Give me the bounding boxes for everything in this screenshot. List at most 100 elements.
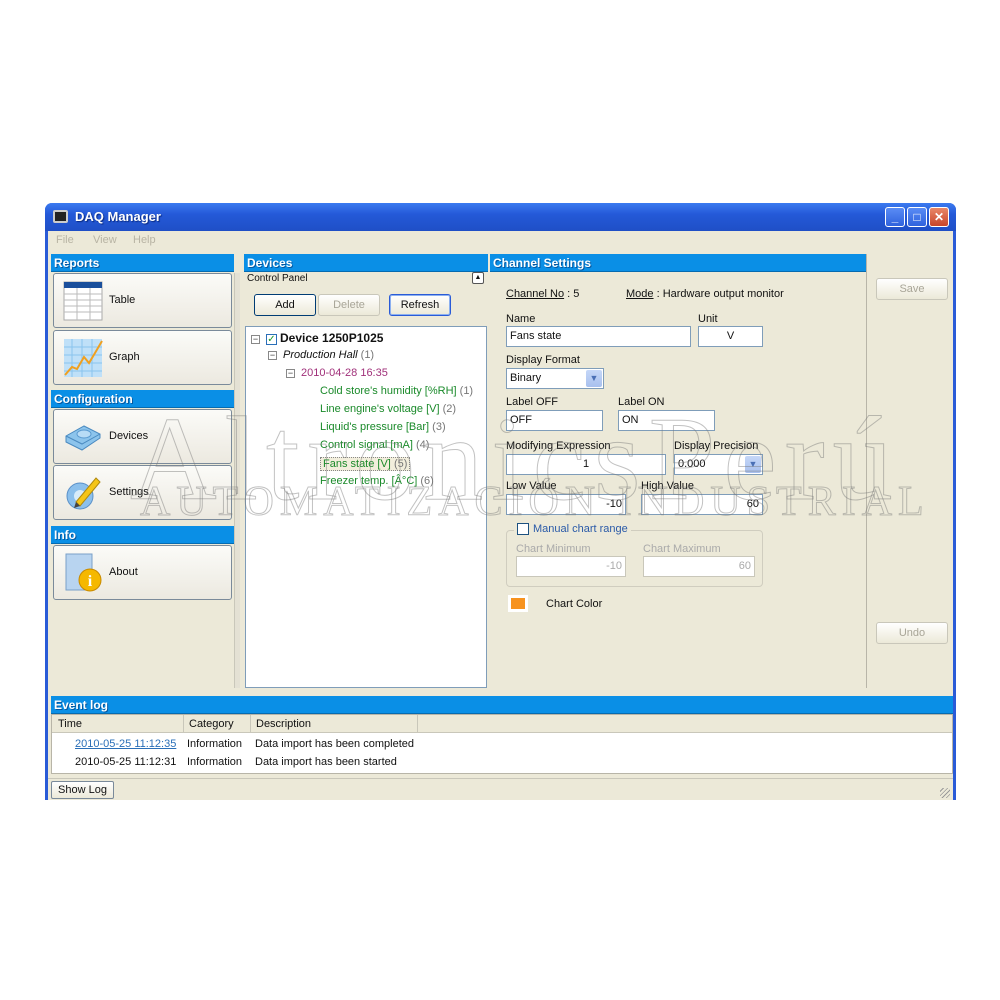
- chart-color-fill: [511, 598, 525, 609]
- table-icon: [63, 281, 103, 321]
- tree-location-node[interactable]: − Production Hall (1): [268, 349, 374, 361]
- tree-channel-6[interactable]: Freezer temp. [Â°C] (6): [320, 475, 434, 487]
- event-log-table: Time Category Description 2010-05-25 11:…: [51, 714, 953, 774]
- display-format-label: Display Format: [506, 354, 580, 366]
- manual-chart-range-row[interactable]: Manual chart range: [514, 523, 631, 536]
- nav-graph-button[interactable]: Graph: [53, 330, 232, 385]
- chart-color-swatch[interactable]: [508, 595, 528, 612]
- low-value-label: Low Value: [506, 480, 557, 492]
- channel-no-row: Channel No : 5: [506, 288, 580, 300]
- log-row[interactable]: 2010-05-25 11:12:35 Information Data imp…: [52, 735, 952, 753]
- log-category: Information: [187, 756, 243, 768]
- channel-name: Control signal [mA]: [320, 439, 413, 451]
- tree-session-node[interactable]: −2010-04-28 16:35: [286, 367, 388, 379]
- show-log-button[interactable]: Show Log: [51, 781, 114, 799]
- channel-name: Cold store's humidity [%RH]: [320, 385, 457, 397]
- section-configuration: Configuration: [51, 390, 234, 408]
- col-divider: [183, 715, 184, 733]
- refresh-button[interactable]: Refresh: [389, 294, 451, 316]
- chart-maximum-input[interactable]: 60: [643, 556, 755, 577]
- manual-chart-range-checkbox[interactable]: [517, 523, 529, 536]
- session-name: 2010-04-28 16:35: [301, 367, 388, 379]
- devices-header: Devices: [244, 254, 488, 272]
- tree-device-node[interactable]: − ✓ Device 1250P1025: [251, 331, 383, 345]
- unit-label: Unit: [698, 313, 718, 325]
- maximize-button[interactable]: □: [907, 207, 927, 227]
- chart-minimum-label: Chart Minimum: [516, 543, 591, 555]
- minimize-button[interactable]: _: [885, 207, 905, 227]
- tree-channel-5-selected[interactable]: Fans state [V] (5): [320, 457, 411, 471]
- nav-table-button[interactable]: Table: [53, 273, 232, 328]
- label-on-input[interactable]: ON: [618, 410, 715, 431]
- channel-num: (4): [416, 439, 430, 451]
- low-value-input[interactable]: -10: [506, 494, 626, 515]
- name-input[interactable]: Fans state: [506, 326, 691, 347]
- chevron-down-icon[interactable]: ▼: [586, 370, 602, 387]
- nav-devices-button[interactable]: Devices: [53, 409, 232, 464]
- channel-num: (1): [459, 385, 474, 397]
- collapse-control-panel-icon[interactable]: ▲: [472, 272, 484, 284]
- nav-settings-label: Settings: [109, 486, 149, 498]
- channel-no-value: 5: [573, 288, 580, 300]
- high-value-input[interactable]: 60: [641, 494, 763, 515]
- delete-button[interactable]: Delete: [318, 294, 380, 316]
- chevron-down-icon[interactable]: ▼: [745, 456, 761, 473]
- modifying-expression-input[interactable]: 1: [506, 454, 666, 475]
- label-off-input[interactable]: OFF: [506, 410, 603, 431]
- device-checkbox[interactable]: ✓: [266, 333, 277, 345]
- app-window: DAQ Manager _ □ ✕ File View Help Reports…: [45, 203, 956, 800]
- col-description[interactable]: Description: [256, 718, 311, 730]
- tree-channel-3[interactable]: Liquid's pressure [Bar] (3): [320, 421, 446, 433]
- section-info: Info: [51, 526, 234, 544]
- menu-help[interactable]: Help: [133, 234, 156, 246]
- close-button[interactable]: ✕: [929, 207, 949, 227]
- log-description: Data import has been completed: [255, 738, 414, 750]
- display-precision-label: Display Precision: [674, 440, 759, 452]
- collapse-icon[interactable]: −: [251, 334, 260, 344]
- log-row[interactable]: 2010-05-25 11:12:31 Information Data imp…: [52, 753, 952, 771]
- resize-grip-icon[interactable]: [940, 788, 950, 798]
- menu-bar: File View Help: [48, 231, 953, 251]
- col-category[interactable]: Category: [189, 718, 234, 730]
- save-button[interactable]: Save: [876, 278, 948, 300]
- section-reports: Reports: [51, 254, 234, 272]
- channel-num: (2): [442, 403, 457, 415]
- undo-button[interactable]: Undo: [876, 622, 948, 644]
- event-log-header: Event log: [51, 696, 953, 714]
- menu-view[interactable]: View: [93, 234, 117, 246]
- col-time[interactable]: Time: [58, 718, 82, 730]
- chart-minimum-input[interactable]: -10: [516, 556, 626, 577]
- display-format-value: Binary: [510, 372, 542, 384]
- nav-about-button[interactable]: i About: [53, 545, 232, 600]
- collapse-icon[interactable]: −: [268, 350, 277, 360]
- add-button[interactable]: Add: [254, 294, 316, 316]
- channel-name: Line engine's voltage [V]: [320, 403, 440, 415]
- nav-settings-button[interactable]: Settings: [53, 465, 232, 520]
- chart-color-label: Chart Color: [546, 598, 603, 610]
- status-bar: Show Log: [48, 778, 953, 800]
- nav-table-label: Table: [109, 294, 136, 306]
- tree-channel-1[interactable]: Cold store's humidity [%RH] (1): [320, 385, 473, 397]
- display-precision-select[interactable]: 0.000 ▼: [674, 454, 763, 475]
- settings-icon: [66, 477, 101, 510]
- channel-num: (3): [432, 421, 446, 433]
- name-label: Name: [506, 313, 536, 325]
- device-name: Device 1250P1025: [280, 331, 384, 345]
- channel-name: Fans state [V]: [323, 458, 391, 470]
- svg-text:i: i: [88, 573, 93, 590]
- display-format-select[interactable]: Binary ▼: [506, 368, 604, 389]
- tree-channel-4[interactable]: Control signal [mA] (4): [320, 439, 429, 451]
- unit-input[interactable]: V: [698, 326, 763, 347]
- tree-channel-2[interactable]: Line engine's voltage [V] (2): [320, 403, 456, 415]
- channel-name: Freezer temp. [Â°C]: [320, 475, 418, 487]
- col-divider: [250, 715, 251, 733]
- title-bar[interactable]: DAQ Manager _ □ ✕: [45, 203, 956, 231]
- sidebar-splitter[interactable]: [234, 273, 240, 688]
- menu-file[interactable]: File: [56, 234, 74, 246]
- log-description: Data import has been started: [255, 756, 397, 768]
- collapse-icon[interactable]: −: [286, 368, 295, 378]
- graph-icon: [64, 339, 103, 377]
- modifying-expression-label: Modifying Expression: [506, 440, 611, 452]
- log-time[interactable]: 2010-05-25 11:12:35: [75, 738, 176, 750]
- channel-name: Liquid's pressure [Bar]: [320, 421, 430, 433]
